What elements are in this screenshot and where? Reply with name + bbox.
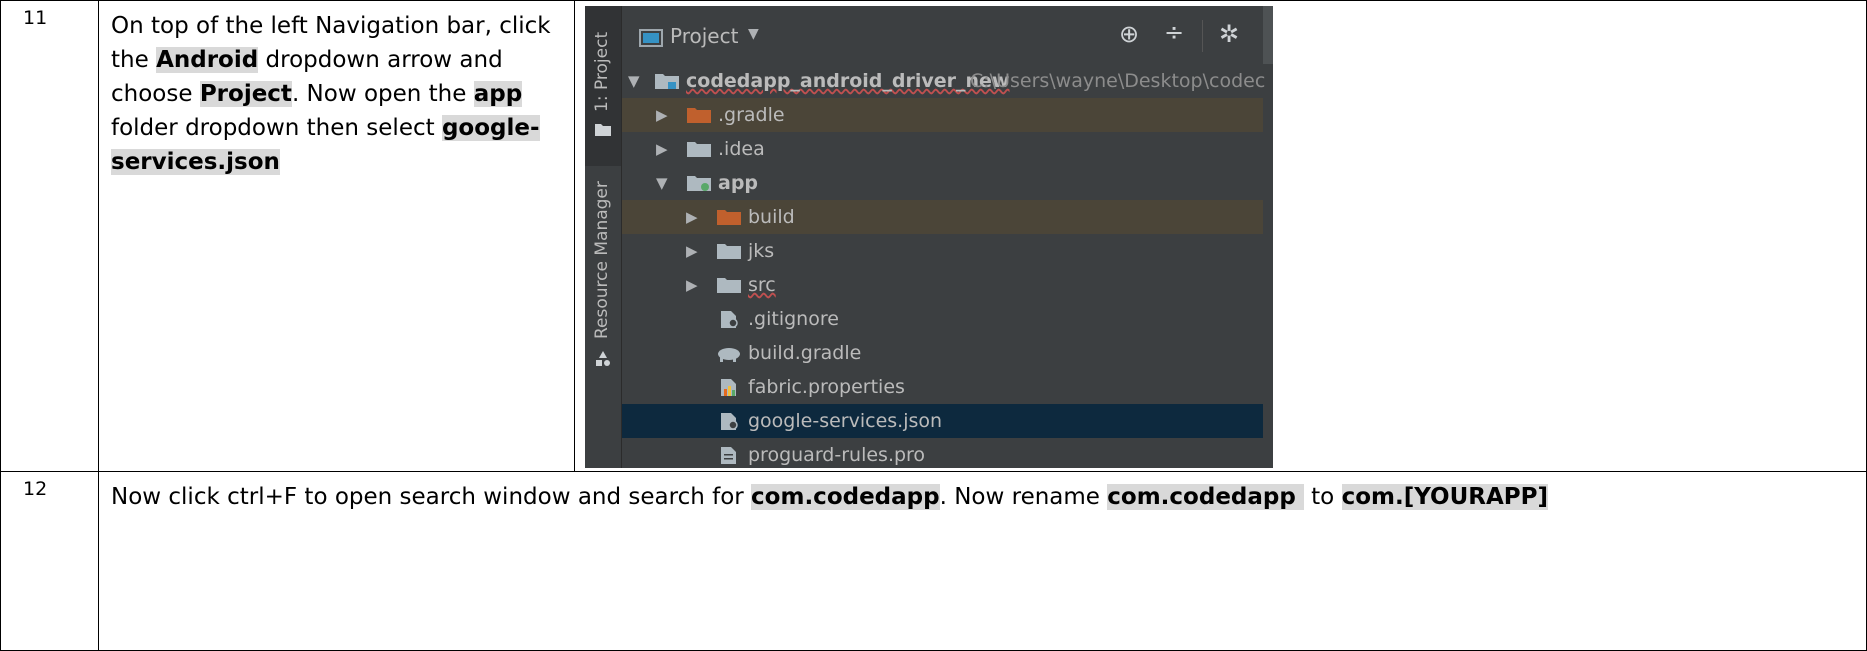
instr-keyword: app (473, 81, 523, 107)
folder-icon (595, 124, 611, 136)
tree-row[interactable]: ▶ src (622, 268, 1263, 302)
text-file-icon (721, 447, 736, 464)
ignore-file-icon (721, 311, 738, 328)
step-instruction: On top of the left Navigation bar, click… (99, 1, 578, 179)
tree-row[interactable]: ▶ jks (622, 234, 1263, 268)
tree-row[interactable]: proguard-rules.pro (622, 438, 1263, 468)
instr-text: to (1303, 484, 1342, 510)
ide-project-panel-screenshot: 1: Project Resource Manager Project ▼ ⊕ … (585, 6, 1273, 468)
project-toolbar: Project ▼ ⊕ ÷ ✲ — (622, 6, 1273, 86)
tree-row[interactable]: ▶ .idea (622, 132, 1263, 166)
chevron-right-icon[interactable]: ▶ (686, 268, 698, 302)
instr-keyword: com.[YOURAPP] (1341, 484, 1549, 510)
tree-row[interactable]: fabric.properties (622, 370, 1263, 404)
tree-item-label: google-services.json (748, 410, 943, 432)
tree-row[interactable]: ▶ build (622, 200, 1263, 234)
tree-item-label: app (718, 172, 759, 194)
tree-row[interactable]: build.gradle (622, 336, 1263, 370)
row-11-text-cell: On top of the left Navigation bar, click… (98, 0, 575, 472)
row-11-number-cell: 11 (0, 0, 99, 472)
tree-row[interactable]: ▼ app (622, 166, 1263, 200)
gradle-elephant-icon (718, 348, 740, 362)
project-tool-tab[interactable]: 1: Project (585, 6, 621, 166)
collapse-all-icon[interactable]: ÷ (1164, 18, 1184, 46)
locate-icon[interactable]: ⊕ (1119, 20, 1139, 48)
chevron-down-icon[interactable]: ▼ (628, 64, 640, 98)
step-number: 11 (23, 7, 48, 29)
row-12-text-cell: Now click ctrl+F to open search window a… (98, 471, 1867, 651)
project-path: C:\Users\wayne\Desktop\codec (970, 70, 1266, 92)
resource-manager-label: Resource Manager (592, 181, 612, 339)
project-tab-label: 1: Project (592, 31, 612, 112)
chevron-right-icon[interactable]: ▶ (686, 234, 698, 268)
row-12-number-cell: 12 (0, 471, 99, 651)
step-number: 12 (23, 478, 48, 500)
instr-keyword: Project (199, 81, 292, 107)
orange-folder-icon (717, 210, 741, 225)
chevron-down-icon[interactable]: ▼ (748, 26, 759, 42)
orange-folder-icon (687, 108, 711, 123)
instr-text: . Now open the (291, 81, 474, 107)
chevron-right-icon[interactable]: ▶ (656, 132, 668, 166)
tool-window-strip: 1: Project Resource Manager (585, 6, 622, 468)
instr-text: folder dropdown then select (111, 115, 442, 141)
chevron-down-icon[interactable]: ▼ (656, 166, 668, 200)
tree-item-label: jks (748, 240, 775, 262)
view-selector-label[interactable]: Project (670, 24, 738, 48)
project-tree: ▼ codedapp_android_driver_new C:\Users\w… (622, 64, 1273, 468)
folder-icon (717, 244, 741, 259)
folder-icon (717, 278, 741, 293)
project-name: codedapp_android_driver_new (686, 70, 1010, 92)
tree-item-label: fabric.properties (748, 376, 905, 398)
resource-manager-icon (596, 351, 610, 366)
step-instruction: Now click ctrl+F to open search window a… (99, 472, 1866, 514)
tree-item-label: .gitignore (748, 308, 839, 330)
instr-keyword: com.codedapp (751, 484, 940, 510)
module-folder-icon (655, 74, 679, 89)
tree-row[interactable]: google-services.json (622, 404, 1263, 438)
tree-item-label: src (748, 274, 776, 296)
instr-text: Now click ctrl+F to open search window a… (111, 484, 752, 510)
module-folder-icon (687, 176, 711, 191)
instr-keyword: com.codedapp (1107, 484, 1304, 510)
folder-icon (687, 142, 711, 157)
tree-item-label: build.gradle (748, 342, 862, 364)
tree-item-label: .gradle (718, 104, 785, 126)
separator (1202, 20, 1203, 52)
resource-manager-tab[interactable]: Resource Manager (585, 174, 621, 374)
tree-row[interactable]: ▶ .gradle (622, 98, 1263, 132)
chevron-right-icon[interactable]: ▶ (656, 98, 668, 132)
tree-root-row[interactable]: ▼ codedapp_android_driver_new C:\Users\w… (622, 64, 1266, 98)
tree-item-label: .idea (718, 138, 765, 160)
project-view-icon (639, 29, 663, 47)
instr-text: . Now rename (939, 484, 1108, 510)
json-file-icon (721, 413, 738, 430)
tree-row[interactable]: .gitignore (622, 302, 1263, 336)
properties-file-icon (721, 379, 736, 396)
gear-icon[interactable]: ✲ (1219, 20, 1239, 48)
instr-keyword: Android (156, 47, 259, 73)
tree-item-label: build (748, 206, 795, 228)
tree-item-label: proguard-rules.pro (748, 444, 926, 466)
chevron-right-icon[interactable]: ▶ (686, 200, 698, 234)
